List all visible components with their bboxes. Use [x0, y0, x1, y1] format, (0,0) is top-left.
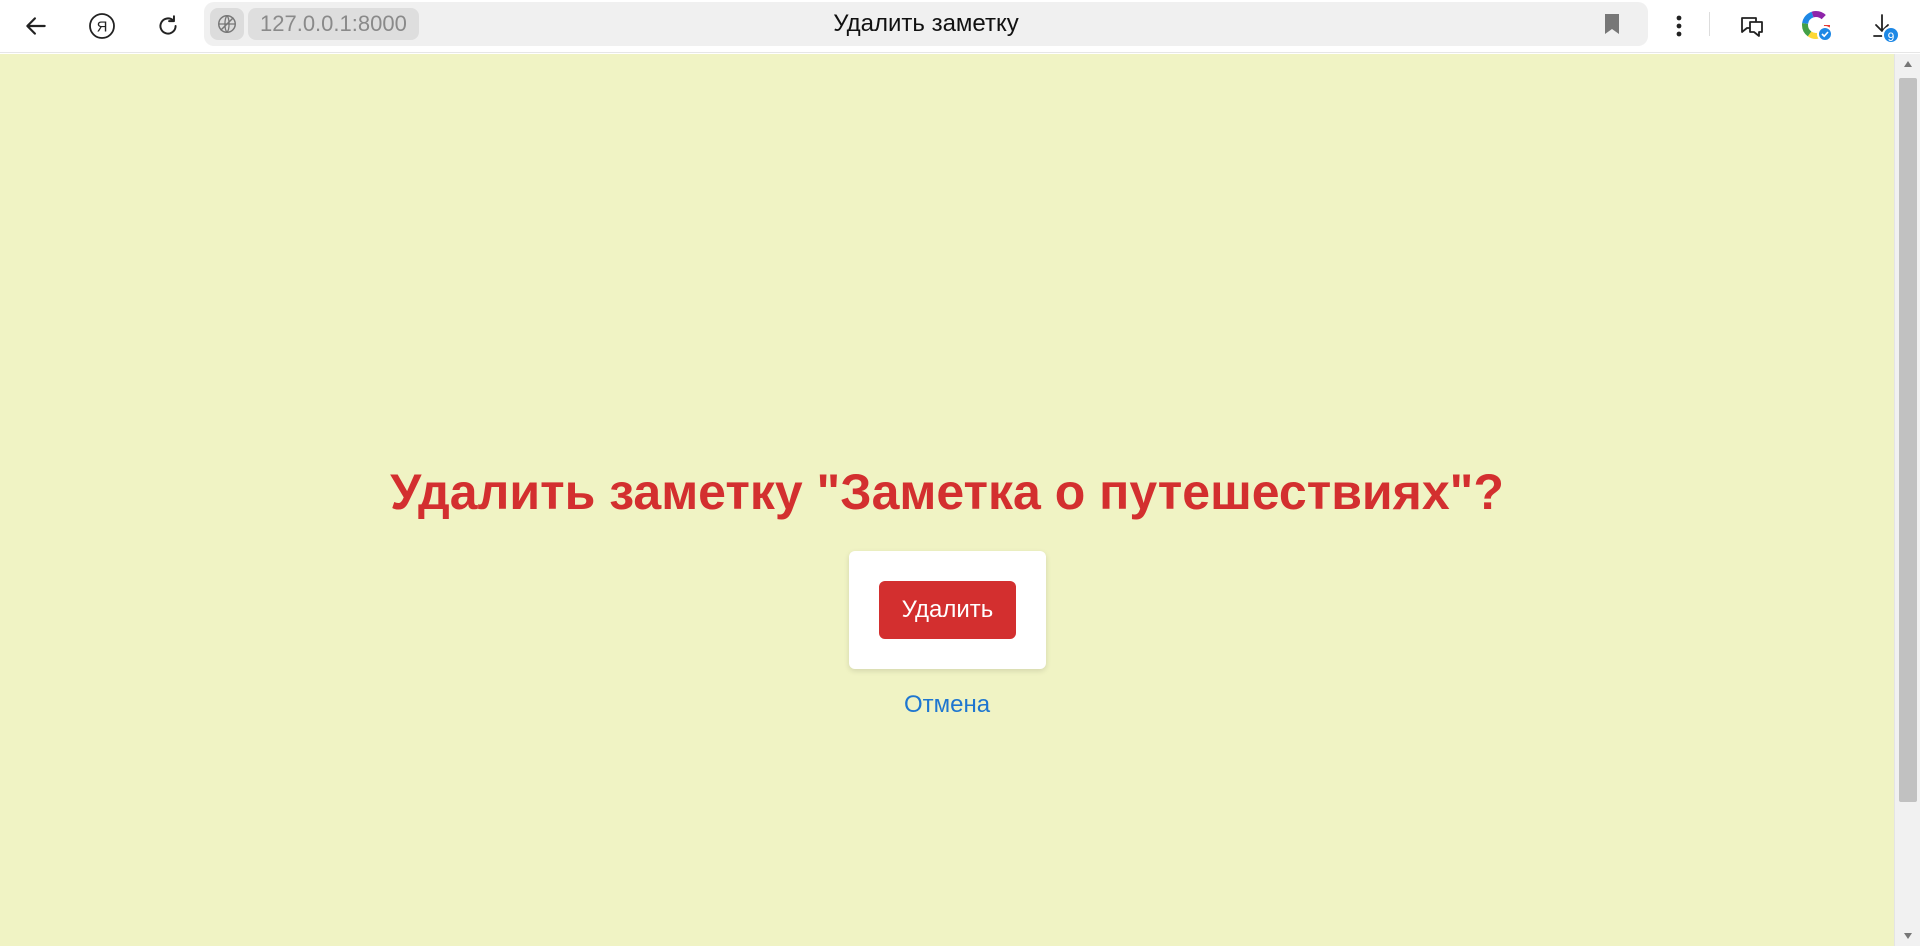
yandex-icon: Я	[89, 13, 115, 39]
tab-title: Удалить заметку	[833, 10, 1019, 37]
more-menu-button[interactable]	[1659, 6, 1699, 46]
bookmark-button[interactable]	[1600, 12, 1624, 36]
delete-form-card: Удалить	[849, 551, 1046, 669]
site-info-button[interactable]	[210, 8, 244, 40]
chat-icon	[1741, 17, 1763, 37]
color-profile-button[interactable]	[1797, 6, 1837, 46]
address-bar[interactable]: 127.0.0.1:8000 Удалить заметку	[204, 2, 1648, 46]
toolbar-divider	[1709, 12, 1710, 36]
reload-button[interactable]	[148, 6, 188, 46]
site-info-icon	[218, 15, 236, 33]
scroll-thumb[interactable]	[1899, 78, 1917, 802]
downloads-count-badge: 9	[1882, 26, 1900, 44]
back-button[interactable]	[16, 6, 56, 46]
scroll-up-button[interactable]	[1895, 54, 1920, 74]
delete-button[interactable]: Удалить	[879, 581, 1016, 639]
cancel-link[interactable]: Отмена	[0, 690, 1894, 720]
bookmark-icon	[1605, 14, 1619, 34]
triangle-down-icon	[1904, 933, 1912, 939]
scroll-down-button[interactable]	[1895, 926, 1920, 946]
back-arrow-icon	[26, 17, 46, 35]
svg-text:Я: Я	[97, 19, 108, 36]
vertical-scrollbar[interactable]	[1894, 54, 1920, 946]
page-viewport: Удалить заметку "Заметка о путешествиях"…	[0, 54, 1894, 946]
more-menu-icon	[1676, 15, 1682, 37]
color-wheel-icon	[1802, 11, 1833, 42]
browser-toolbar: Я 127.0.0.1:8000 Удалить заметку 9	[0, 0, 1920, 53]
triangle-up-icon	[1904, 61, 1912, 67]
reload-icon	[159, 15, 177, 35]
downloads-button[interactable]: 9	[1862, 6, 1902, 46]
yandex-button[interactable]: Я	[82, 6, 122, 46]
page-title: Удалить заметку "Заметка о путешествиях"…	[390, 464, 1504, 520]
url-text[interactable]: 127.0.0.1:8000	[248, 8, 419, 40]
chat-button[interactable]	[1732, 6, 1772, 46]
